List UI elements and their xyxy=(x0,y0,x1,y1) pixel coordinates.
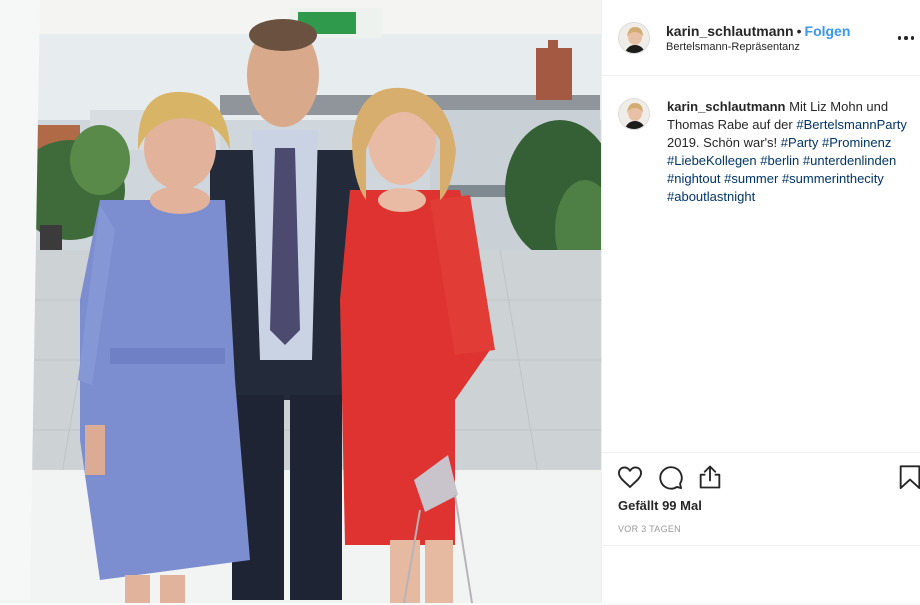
hashtag-link[interactable]: #unterdenlinden xyxy=(803,153,896,168)
hashtag-link[interactable]: #aboutlastnight xyxy=(667,189,755,204)
caption-text: karin_schlautmann Mit Liz Mohn und Thoma… xyxy=(667,98,913,206)
hashtag-link[interactable]: #Prominenz xyxy=(822,135,891,150)
likes-count[interactable]: Gefällt 99 Mal xyxy=(618,498,702,513)
heart-icon[interactable] xyxy=(616,463,644,491)
hashtag-link[interactable]: #berlin xyxy=(760,153,799,168)
hashtag-link[interactable]: #summerinthecity xyxy=(782,171,884,186)
caption-text-part2: 2019. Schön war's! xyxy=(667,135,778,150)
hashtag-link[interactable]: #nightout xyxy=(667,171,721,186)
divider xyxy=(602,545,920,546)
post-timestamp[interactable]: VOR 3 TAGEN xyxy=(618,524,681,534)
post-photo[interactable] xyxy=(0,0,601,603)
post-location[interactable]: Bertelsmann-Repräsentanz xyxy=(666,41,800,53)
hashtag-link[interactable]: #summer xyxy=(724,171,778,186)
hashtag-link[interactable]: #Party xyxy=(781,135,819,150)
separator-dot: • xyxy=(796,23,802,39)
hashtag-link[interactable]: #BertelsmannParty xyxy=(796,117,907,132)
post-actions: Gefällt 99 Mal VOR 3 TAGEN xyxy=(602,452,920,602)
share-icon[interactable] xyxy=(696,463,724,491)
comment-icon[interactable] xyxy=(656,463,684,491)
hashtag-link[interactable]: #LiebeKollegen xyxy=(667,153,757,168)
avatar[interactable] xyxy=(618,22,650,54)
post-side-panel: karin_schlautmann • Folgen Bertelsmann-Rep… xyxy=(601,0,920,603)
follow-button[interactable]: Folgen xyxy=(805,23,851,39)
caption-username[interactable]: karin_schlautmann xyxy=(667,99,786,114)
bookmark-icon[interactable] xyxy=(896,463,920,491)
post-author-line: karin_schlautmann • Folgen xyxy=(666,23,850,39)
post-header: karin_schlautmann • Folgen Bertelsmann-Rep… xyxy=(602,0,920,76)
caption-avatar[interactable] xyxy=(618,98,650,130)
instagram-post: karin_schlautmann • Folgen Bertelsmann-Rep… xyxy=(0,0,920,603)
more-options-icon[interactable] xyxy=(895,28,917,48)
author-username[interactable]: karin_schlautmann xyxy=(666,23,794,39)
